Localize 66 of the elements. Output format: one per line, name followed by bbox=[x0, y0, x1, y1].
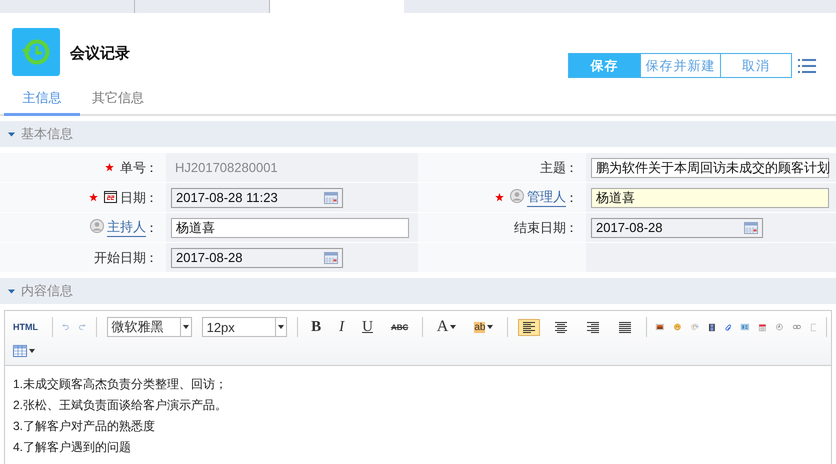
label-colon: ： bbox=[145, 248, 158, 266]
link-icon[interactable] bbox=[792, 323, 801, 331]
content-line: 4.了解客户遇到的问题 bbox=[13, 439, 132, 456]
input-field[interactable]: 鹏为软件关于本周回访未成交的顾客计划 bbox=[591, 158, 829, 178]
font-color-button[interactable]: A bbox=[432, 316, 460, 338]
underline-button[interactable]: U bbox=[358, 316, 377, 338]
date-field[interactable]: 2017-08-28 11:23 bbox=[171, 188, 343, 208]
label-colon: ： bbox=[565, 158, 578, 176]
html-button[interactable]: HTML bbox=[9, 320, 42, 334]
input-field[interactable]: 杨道喜 bbox=[171, 218, 409, 238]
content-line: 1.未成交顾客高杰负责分类整理、回访； bbox=[13, 376, 228, 393]
caret-icon bbox=[450, 325, 456, 329]
table-icon bbox=[13, 345, 27, 357]
align-center-icon bbox=[554, 320, 568, 334]
menu-icon[interactable] bbox=[798, 58, 816, 74]
calendar-icon bbox=[104, 190, 117, 202]
section-title: 基本信息 bbox=[21, 125, 73, 143]
caret-icon bbox=[182, 325, 189, 329]
align-justify-icon bbox=[618, 320, 632, 334]
align-right-icon bbox=[586, 320, 600, 334]
user-icon bbox=[90, 219, 104, 233]
label-colon: ： bbox=[145, 218, 158, 236]
strikethrough-button[interactable]: ABC bbox=[386, 320, 412, 334]
collapse-icon[interactable] bbox=[8, 288, 15, 294]
calendar-icon[interactable] bbox=[324, 252, 338, 264]
caret-icon bbox=[29, 349, 35, 353]
field-label-link[interactable]: 主持人 bbox=[107, 218, 146, 237]
label-colon: ： bbox=[145, 158, 158, 176]
align-left-icon bbox=[522, 320, 536, 334]
section-title: 内容信息 bbox=[21, 282, 73, 300]
label-colon: ： bbox=[145, 188, 158, 206]
rich-text-editor[interactable]: HTML 微软雅黑 12px B I U ABC A ab 1.未成交顾客高杰负责分类整理、回访； 2.张松、王斌负责面谈给客户演示产品。 3.了解客户对产品的熟悉度 4.了解客户遇到的问题 bbox=[4, 310, 832, 464]
undo-icon[interactable] bbox=[62, 321, 70, 333]
italic-button[interactable]: I bbox=[335, 316, 348, 338]
field-label: 主题 bbox=[540, 158, 566, 176]
font-color-label: A bbox=[436, 318, 448, 336]
bold-button[interactable]: B bbox=[307, 316, 326, 338]
caret-icon bbox=[278, 325, 284, 329]
user-icon bbox=[510, 189, 524, 203]
content-line: 3.了解客户对产品的熟悉度 bbox=[13, 418, 156, 435]
caret-icon bbox=[487, 325, 494, 329]
input-field[interactable]: 杨道喜 bbox=[591, 188, 829, 208]
dropdown[interactable]: 12px bbox=[202, 317, 287, 337]
date-field[interactable]: 2017-08-28 bbox=[591, 218, 763, 238]
field-label-link[interactable]: 管理人 bbox=[527, 188, 566, 207]
calendar-icon[interactable] bbox=[324, 192, 338, 204]
label-colon: ： bbox=[565, 188, 578, 206]
field-label: 单号 bbox=[120, 158, 146, 176]
tab[interactable]: 其它信息 bbox=[80, 82, 156, 116]
layout-icon[interactable] bbox=[741, 321, 750, 333]
align-left-button[interactable] bbox=[518, 318, 540, 336]
highlight-label: ab bbox=[474, 322, 486, 332]
content-line: 2.张松、王斌负责面谈给客户演示产品。 bbox=[13, 397, 228, 414]
calendar-icon[interactable] bbox=[744, 222, 758, 234]
field-label: 结束日期 bbox=[514, 218, 566, 236]
app-logo bbox=[12, 28, 60, 76]
collapse-icon[interactable] bbox=[8, 130, 15, 138]
image-icon[interactable] bbox=[656, 321, 664, 333]
field-label: 开始日期 bbox=[94, 248, 146, 266]
date-field[interactable]: 2017-08-28 bbox=[171, 248, 343, 268]
highlight-button[interactable]: ab bbox=[470, 320, 498, 334]
field-label: 日期 bbox=[120, 188, 146, 206]
page-title: 会议记录 bbox=[70, 44, 131, 63]
field-value: HJ201708280001 bbox=[174, 160, 278, 175]
label-colon: ： bbox=[565, 218, 578, 236]
dropdown[interactable]: 微软雅黑 bbox=[106, 317, 192, 337]
